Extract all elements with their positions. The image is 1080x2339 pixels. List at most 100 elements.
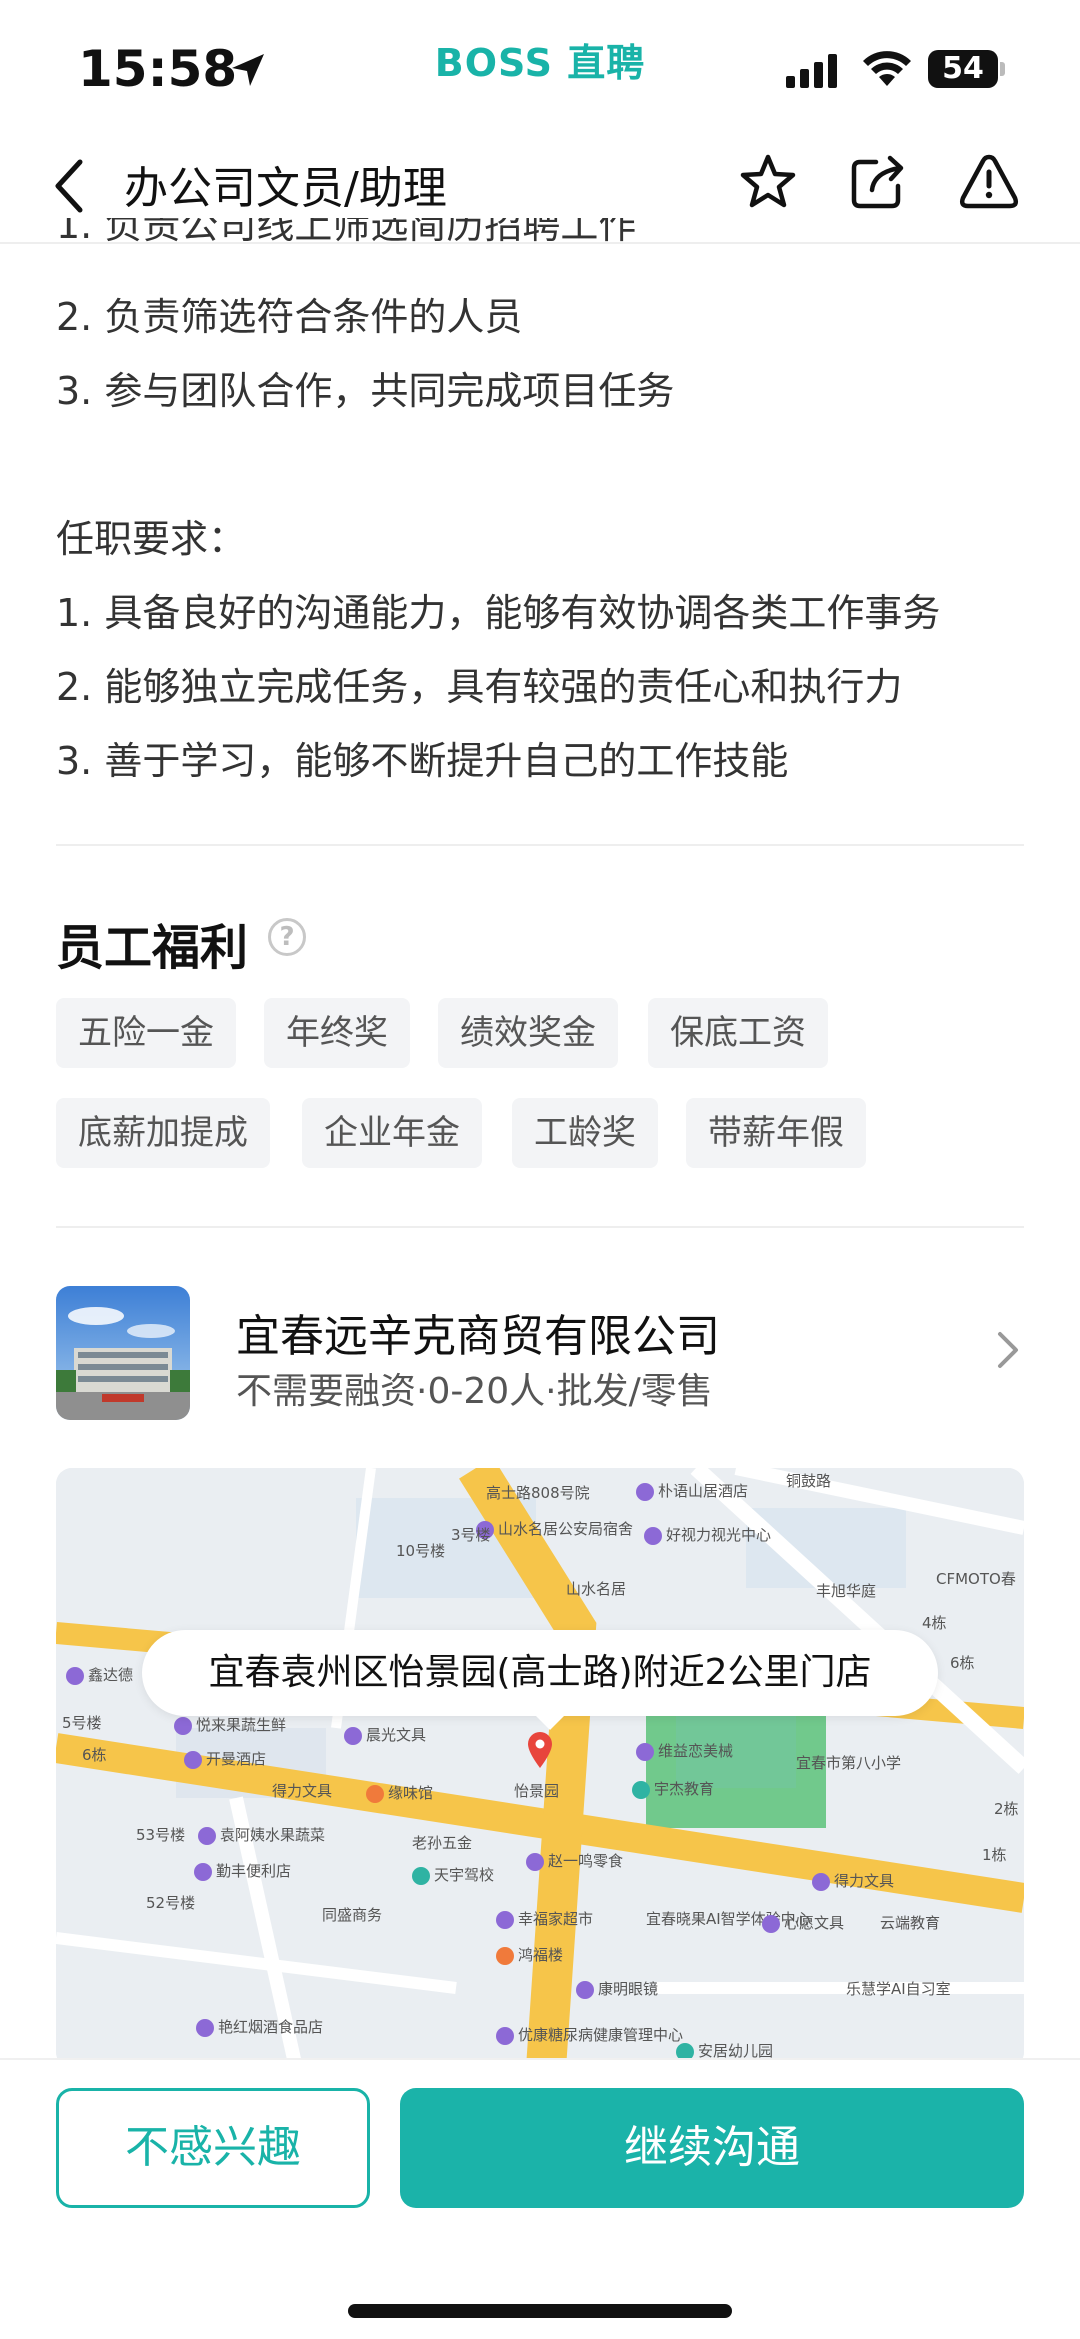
share-icon[interactable] [848, 152, 908, 212]
poi-marker-icon [366, 1784, 384, 1803]
benefit-tag: 绩效奖金 [438, 998, 618, 1068]
description-cut-line: 1. 负责公司线上筛选简历招聘工作 [56, 218, 637, 242]
back-icon[interactable] [50, 158, 90, 214]
address-bubble-tail [534, 1714, 566, 1730]
benefit-tag: 带薪年假 [686, 1098, 866, 1168]
map-poi: 4栋 [922, 1614, 947, 1632]
poi-marker-icon [526, 1852, 544, 1871]
not-interested-button[interactable]: 不感兴趣 [56, 2088, 370, 2208]
map-poi: 53号楼 [136, 1826, 186, 1844]
help-icon[interactable]: ? [268, 918, 306, 956]
poi-marker-icon [66, 1666, 84, 1685]
map-poi: 同盛商务 [322, 1906, 383, 1924]
map-poi: 山水名居 [566, 1580, 627, 1598]
benefit-tag: 五险一金 [56, 998, 236, 1068]
description-line: 1. 具备良好的沟通能力，能够有效协调各类工作事务 [56, 591, 941, 635]
map-poi: 宜春市第八小学 [796, 1754, 902, 1772]
app-brand: BOSS 直聘 [434, 41, 646, 85]
map-poi: 宇杰教育 [632, 1778, 714, 1799]
poi-marker-icon [196, 2018, 214, 2037]
poi-marker-icon [412, 1866, 430, 1885]
description-line: 3. 善于学习，能够不断提升自己的工作技能 [56, 739, 789, 783]
map-poi: 悦来果蔬生鲜 [174, 1714, 286, 1735]
map-poi: 天宇驾校 [412, 1864, 494, 1885]
battery-tip [1000, 62, 1005, 76]
signal-icon [786, 54, 837, 88]
map-poi: 开曼酒店 [184, 1748, 266, 1769]
map-poi: 得力文具 [812, 1870, 894, 1891]
page-title: 办公司文员/助理 [124, 163, 447, 214]
location-map[interactable]: 高士路808号院 朴语山居酒店 铜鼓路 山水名居公安局宿舍 好视力视光中心 10… [56, 1468, 1024, 2068]
poi-marker-icon [812, 1872, 830, 1891]
map-poi: 高士路808号院 [486, 1484, 590, 1502]
poi-marker-icon [496, 2026, 514, 2045]
divider [56, 844, 1024, 846]
poi-marker-icon [496, 1946, 514, 1965]
poi-marker-icon [174, 1716, 192, 1735]
benefit-tag: 工龄奖 [512, 1098, 658, 1168]
map-poi: 好视力视光中心 [644, 1524, 771, 1545]
map-poi: 心愿文具 [762, 1912, 844, 1933]
map-poi: 赵一鸣零食 [526, 1850, 623, 1871]
poi-marker-icon [344, 1726, 362, 1745]
poi-marker-icon [636, 1482, 654, 1501]
map-poi: 10号楼 [396, 1542, 446, 1560]
divider [56, 1226, 1024, 1228]
status-bar: 15:58 BOSS 直聘 54 [0, 0, 1080, 130]
wifi-icon [863, 51, 911, 86]
map-poi: 5号楼 [62, 1714, 102, 1732]
description-line: 2. 能够独立完成任务，具有较强的责任心和执行力 [56, 665, 903, 709]
poi-marker-icon [576, 1980, 594, 1999]
battery-icon: 54 [928, 50, 998, 88]
map-poi: 朴语山居酒店 [636, 1480, 748, 1501]
map-poi: 6栋 [82, 1746, 107, 1764]
poi-marker-icon [632, 1780, 650, 1799]
home-indicator[interactable] [348, 2304, 732, 2318]
benefit-tag: 年终奖 [264, 998, 410, 1068]
map-poi: 铜鼓路 [786, 1472, 832, 1490]
requirements-heading: 任职要求： [56, 517, 247, 561]
address-bubble: 宜春袁州区怡景园(高士路)附近2公里门店 [142, 1630, 938, 1716]
description-line: 2. 负责筛选符合条件的人员 [56, 295, 523, 339]
poi-marker-icon [762, 1914, 780, 1933]
map-poi: 艳红烟酒食品店 [196, 2016, 323, 2037]
poi-marker-icon [644, 1526, 662, 1545]
chevron-right-icon [998, 1332, 1018, 1368]
map-poi: 1栋 [982, 1846, 1007, 1864]
poi-marker-icon [636, 1742, 654, 1761]
poi-marker-icon [496, 1910, 514, 1929]
map-poi: 2栋 [994, 1800, 1019, 1818]
map-poi: 山水名居公安局宿舍 [476, 1518, 633, 1539]
map-poi: 勤丰便利店 [194, 1860, 291, 1881]
map-poi: 袁阿姨水果蔬菜 [198, 1824, 325, 1845]
map-poi: 幸福家超市 [496, 1908, 593, 1929]
map-poi: 52号楼 [146, 1894, 196, 1912]
poi-marker-icon [184, 1750, 202, 1769]
company-name: 宜春远辛克商贸有限公司 [236, 1311, 720, 1362]
benefit-tag: 底薪加提成 [56, 1098, 270, 1168]
map-poi: 云端教育 [880, 1914, 941, 1932]
company-info: 不需要融资·0-20人·批发/零售 [236, 1371, 713, 1412]
map-poi: 维益恋美械 [636, 1740, 733, 1761]
description-line: 3. 参与团队合作，共同完成项目任务 [56, 369, 675, 413]
star-icon[interactable] [738, 152, 798, 212]
bottom-action-bar: 不感兴趣 继续沟通 [0, 2058, 1080, 2339]
map-poi: 缘味馆 [366, 1782, 433, 1803]
map-poi: 鑫达德 [66, 1664, 133, 1685]
poi-marker-icon [198, 1826, 216, 1845]
map-poi: 优康糖尿病健康管理中心 [496, 2024, 683, 2045]
map-poi: 乐慧学AI自习室 [846, 1980, 951, 1998]
map-poi: 怡景园 [514, 1782, 560, 1800]
company-logo [56, 1286, 190, 1420]
report-warning-icon[interactable] [958, 152, 1020, 212]
map-poi: 鸿福楼 [496, 1944, 563, 1965]
map-poi: 丰旭华庭 [816, 1582, 877, 1600]
map-poi: 6栋 [950, 1654, 975, 1672]
location-pin-icon [528, 1732, 552, 1768]
map-poi: 得力文具 [272, 1782, 333, 1800]
map-poi: 老孙五金 [412, 1834, 473, 1852]
benefits-title: 员工福利 [56, 920, 249, 976]
poi-marker-icon [194, 1862, 212, 1881]
continue-chat-button[interactable]: 继续沟通 [400, 2088, 1024, 2208]
map-poi: 康明眼镜 [576, 1978, 658, 1999]
